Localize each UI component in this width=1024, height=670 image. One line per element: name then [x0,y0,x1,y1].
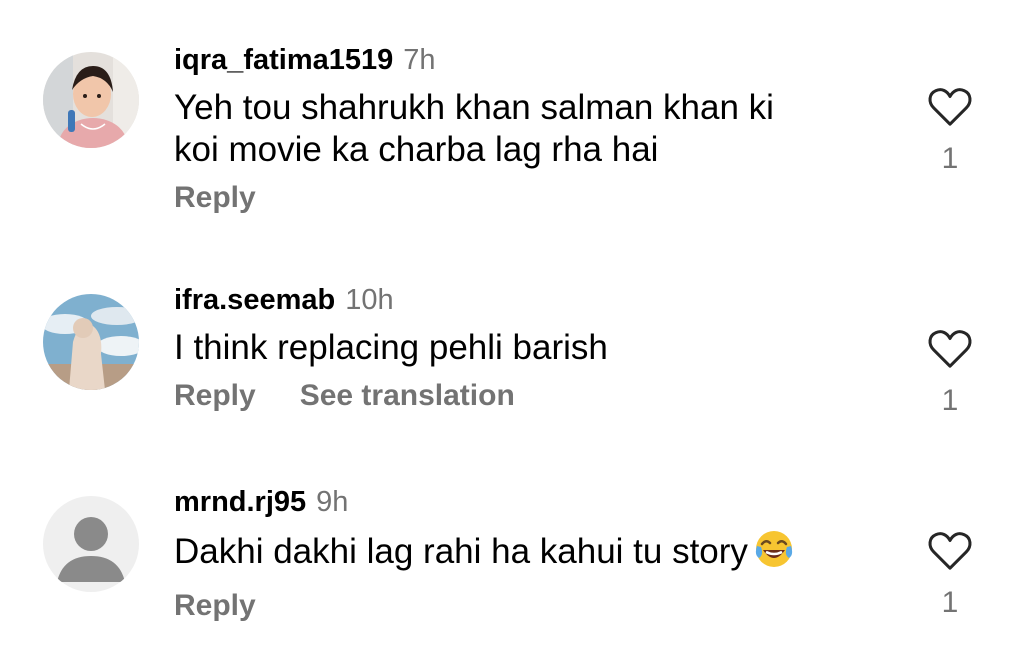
comment-actions: Reply See translation [174,379,874,413]
comment-content: iqra_fatima1519 7h Yeh tou shahrukh khan… [174,44,874,215]
comment-text: I think replacing pehli barish [174,327,874,369]
user-avatar[interactable] [43,52,139,148]
see-translation-button[interactable]: See translation [300,379,515,413]
comment-header: iqra_fatima1519 7h [174,44,874,77]
face-with-tears-of-joy-icon [754,529,794,579]
reply-button[interactable]: Reply [174,589,256,623]
comment-text-line: Dakhi dakhi lag rahi ha kahui tu story [174,529,874,579]
username[interactable]: iqra_fatima1519 [174,44,393,77]
comment-time: 7h [403,44,436,76]
comment-time: 9h [316,486,349,518]
reply-button[interactable]: Reply [174,379,256,413]
comment-actions: Reply [174,181,874,215]
reply-button[interactable]: Reply [174,181,256,215]
sky-photo-avatar-icon [43,294,139,390]
comment-header: mrnd.rj95 9h [174,486,874,519]
like-control: 1 [924,328,976,418]
username[interactable]: ifra.seemab [174,284,335,317]
comment-header: ifra.seemab 10h [174,284,874,317]
heart-outline-icon[interactable] [927,86,973,128]
heart-outline-icon[interactable] [927,328,973,370]
comment-content: mrnd.rj95 9h Dakhi dakhi lag rahi ha kah… [174,486,874,623]
username[interactable]: mrnd.rj95 [174,486,306,519]
user-avatar[interactable] [43,294,139,390]
comment-text-line: Yeh tou shahrukh khan salman khan ki [174,88,774,127]
comment-text: Dakhi dakhi lag rahi ha kahui tu story [174,529,874,579]
comment-content: ifra.seemab 10h I think replacing pehli … [174,284,874,413]
comment-text-line: koi movie ka charba lag rha hai [174,130,659,169]
comment-actions: Reply [174,589,874,623]
like-control: 1 [924,86,976,176]
like-control: 1 [924,530,976,620]
like-count: 1 [941,586,959,619]
user-avatar[interactable] [43,496,139,592]
child-photo-avatar-icon [43,52,139,148]
comment-time: 10h [345,284,394,316]
like-count: 1 [941,142,959,175]
comment-text-content: Dakhi dakhi lag rahi ha kahui tu story [174,532,748,571]
default-user-avatar-icon [43,496,139,592]
comment-text: Yeh tou shahrukh khan salman khan ki koi… [174,87,874,171]
like-count: 1 [941,384,959,417]
comment-text-line: I think replacing pehli barish [174,328,608,367]
heart-outline-icon[interactable] [927,530,973,572]
